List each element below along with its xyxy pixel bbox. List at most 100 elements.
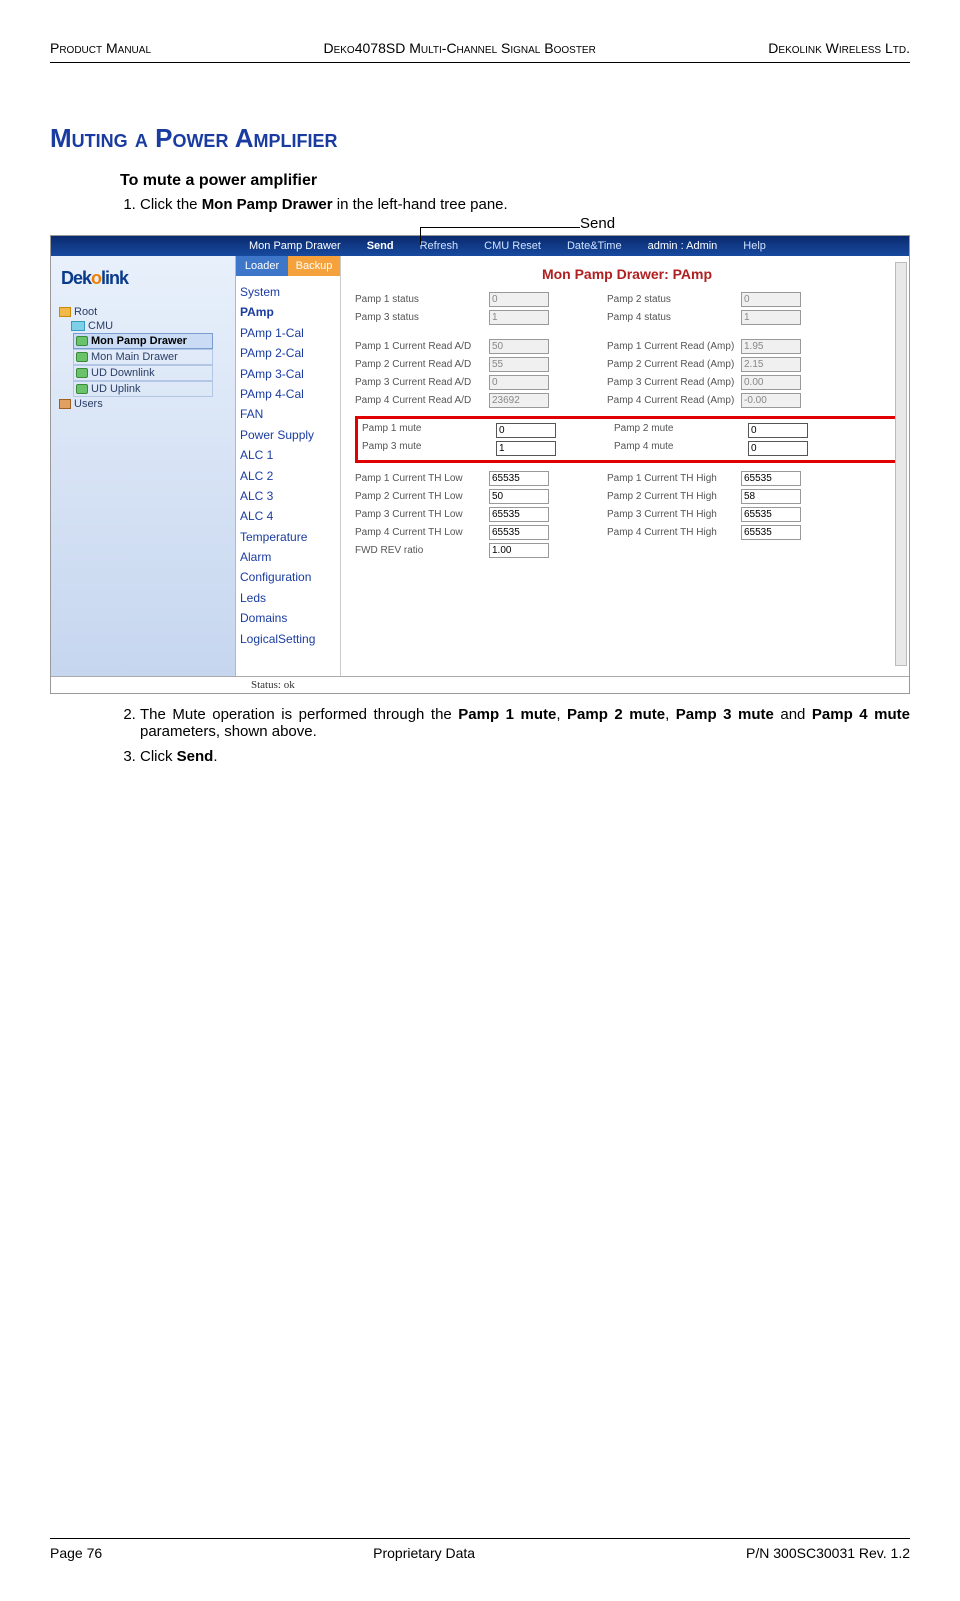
pamp3-thhigh-label: Pamp 3 Current TH High bbox=[607, 509, 737, 520]
step-1: Click the Mon Pamp Drawer in the left-ha… bbox=[140, 196, 910, 213]
help-button[interactable]: Help bbox=[743, 240, 766, 252]
pamp4-amp-field bbox=[741, 393, 801, 408]
pamp1-amp-field bbox=[741, 339, 801, 354]
pamp2-status-field bbox=[741, 292, 801, 307]
subheading: To mute a power amplifier bbox=[120, 172, 910, 190]
step2-b3: Pamp 3 mute bbox=[676, 706, 774, 723]
tree-mon-main-label: Mon Main Drawer bbox=[91, 351, 178, 363]
pamp3-mute-field[interactable] bbox=[496, 441, 556, 456]
tree-users-label: Users bbox=[74, 398, 103, 410]
pamp3-thhigh-field[interactable] bbox=[741, 507, 801, 522]
pamp2-thhigh-label: Pamp 2 Current TH High bbox=[607, 491, 737, 502]
mid-item-alarm[interactable]: Alarm bbox=[240, 547, 336, 567]
tree-ud-up-label: UD Uplink bbox=[91, 383, 141, 395]
mid-item-temperature[interactable]: Temperature bbox=[240, 527, 336, 547]
pamp4-thlow-field[interactable] bbox=[489, 525, 549, 540]
mid-item-alc4[interactable]: ALC 4 bbox=[240, 506, 336, 526]
mid-item-domains[interactable]: Domains bbox=[240, 608, 336, 628]
mid-item-pamp4cal[interactable]: PAmp 4-Cal bbox=[240, 384, 336, 404]
titlebar: Mon Pamp Drawer Send Refresh CMU Reset D… bbox=[51, 236, 909, 256]
crumb-mon-pamp: Mon Pamp Drawer bbox=[249, 240, 341, 252]
tree-ud-uplink[interactable]: UD Uplink bbox=[73, 381, 213, 397]
tree-ud-downlink[interactable]: UD Downlink bbox=[73, 365, 213, 381]
datetime-button[interactable]: Date&Time bbox=[567, 240, 622, 252]
pamp1-thhigh-label: Pamp 1 Current TH High bbox=[607, 473, 737, 484]
mid-list: System PAmp PAmp 1-Cal PAmp 2-Cal PAmp 3… bbox=[236, 276, 340, 655]
send-button[interactable]: Send bbox=[367, 240, 394, 252]
tab-loader[interactable]: Loader bbox=[236, 256, 288, 276]
pamp4-mute-label: Pamp 4 mute bbox=[614, 441, 744, 456]
pamp3-ad-field bbox=[489, 375, 549, 390]
mid-item-logicalsetting[interactable]: LogicalSetting bbox=[240, 629, 336, 649]
mid-item-alc1[interactable]: ALC 1 bbox=[240, 445, 336, 465]
pamp3-status-field bbox=[489, 310, 549, 325]
pamp1-thlow-field[interactable] bbox=[489, 471, 549, 486]
mute-highlight-box: Pamp 1 mute Pamp 2 mute Pamp 3 mute Pamp… bbox=[355, 416, 899, 463]
mid-item-fan[interactable]: FAN bbox=[240, 404, 336, 424]
pamp1-thlow-label: Pamp 1 Current TH Low bbox=[355, 473, 485, 484]
step2-pre: The Mute operation is performed through … bbox=[140, 706, 458, 723]
tree-cmu-label: CMU bbox=[88, 320, 113, 332]
mid-item-pamp2cal[interactable]: PAmp 2-Cal bbox=[240, 343, 336, 363]
tree-mon-pamp-drawer[interactable]: Mon Pamp Drawer bbox=[73, 333, 213, 349]
cmu-reset-button[interactable]: CMU Reset bbox=[484, 240, 541, 252]
pamp4-thhigh-label: Pamp 4 Current TH High bbox=[607, 527, 737, 538]
pamp2-amp-field bbox=[741, 357, 801, 372]
pamp2-thlow-field[interactable] bbox=[489, 489, 549, 504]
pamp4-amp-label: Pamp 4 Current Read (Amp) bbox=[607, 395, 737, 406]
admin-label: admin : Admin bbox=[648, 240, 718, 252]
pamp3-thlow-field[interactable] bbox=[489, 507, 549, 522]
pamp2-ad-label: Pamp 2 Current Read A/D bbox=[355, 359, 485, 370]
mid-sidebar: Loader Backup System PAmp PAmp 1-Cal PAm… bbox=[236, 256, 341, 676]
statusbar: Status: ok bbox=[51, 676, 909, 693]
header-center: Deko4078SD Multi-Channel Signal Booster bbox=[323, 40, 595, 56]
drawer-title: Mon Pamp Drawer: PAmp bbox=[355, 266, 899, 282]
refresh-button[interactable]: Refresh bbox=[420, 240, 459, 252]
step2-post: parameters, shown above. bbox=[140, 723, 317, 740]
tree-mon-main-drawer[interactable]: Mon Main Drawer bbox=[73, 349, 213, 365]
pamp4-thhigh-field[interactable] bbox=[741, 525, 801, 540]
pamp1-ad-field bbox=[489, 339, 549, 354]
mid-item-alc2[interactable]: ALC 2 bbox=[240, 466, 336, 486]
scrollbar[interactable] bbox=[895, 262, 907, 666]
mid-item-pamp[interactable]: PAmp bbox=[240, 302, 336, 322]
step2-m2: , bbox=[665, 706, 676, 723]
step2-m3: and bbox=[774, 706, 812, 723]
pamp1-thhigh-field[interactable] bbox=[741, 471, 801, 486]
mid-item-configuration[interactable]: Configuration bbox=[240, 567, 336, 587]
pamp2-thhigh-field[interactable] bbox=[741, 489, 801, 504]
mid-item-powersupply[interactable]: Power Supply bbox=[240, 425, 336, 445]
pamp4-status-field bbox=[741, 310, 801, 325]
cmu-icon bbox=[71, 321, 85, 331]
pamp2-status-label: Pamp 2 status bbox=[607, 294, 737, 305]
tree-cmu[interactable]: CMU bbox=[67, 319, 235, 333]
pamp2-ad-field bbox=[489, 357, 549, 372]
tree-users[interactable]: Users bbox=[55, 397, 235, 411]
tab-backup[interactable]: Backup bbox=[288, 256, 340, 276]
step3-pre: Click bbox=[140, 748, 177, 765]
mid-item-pamp1cal[interactable]: PAmp 1-Cal bbox=[240, 323, 336, 343]
node-icon bbox=[76, 336, 88, 346]
mid-item-pamp3cal[interactable]: PAmp 3-Cal bbox=[240, 364, 336, 384]
tree-root[interactable]: Root bbox=[55, 305, 235, 319]
mid-item-system[interactable]: System bbox=[240, 282, 336, 302]
pamp1-ad-label: Pamp 1 Current Read A/D bbox=[355, 341, 485, 352]
pamp1-status-label: Pamp 1 status bbox=[355, 294, 485, 305]
mid-item-leds[interactable]: Leds bbox=[240, 588, 336, 608]
pamp1-mute-label: Pamp 1 mute bbox=[362, 423, 492, 438]
pamp1-mute-field[interactable] bbox=[496, 423, 556, 438]
mid-item-alc3[interactable]: ALC 3 bbox=[240, 486, 336, 506]
page-footer: Page 76 Proprietary Data P/N 300SC30031 … bbox=[50, 1538, 910, 1561]
folder-icon bbox=[59, 307, 71, 317]
fwd-rev-field[interactable] bbox=[489, 543, 549, 558]
footer-right: P/N 300SC30031 Rev. 1.2 bbox=[746, 1545, 910, 1561]
left-sidebar: Dekolink Root CMU Mon Pamp Drawer Mon Ma… bbox=[51, 256, 236, 676]
step1-bold: Mon Pamp Drawer bbox=[202, 196, 333, 213]
node-icon bbox=[76, 368, 88, 378]
pamp2-mute-field[interactable] bbox=[748, 423, 808, 438]
pamp1-status-field bbox=[489, 292, 549, 307]
pamp3-amp-label: Pamp 3 Current Read (Amp) bbox=[607, 377, 737, 388]
step1-post: in the left-hand tree pane. bbox=[333, 196, 508, 213]
pamp4-mute-field[interactable] bbox=[748, 441, 808, 456]
pamp3-thlow-label: Pamp 3 Current TH Low bbox=[355, 509, 485, 520]
